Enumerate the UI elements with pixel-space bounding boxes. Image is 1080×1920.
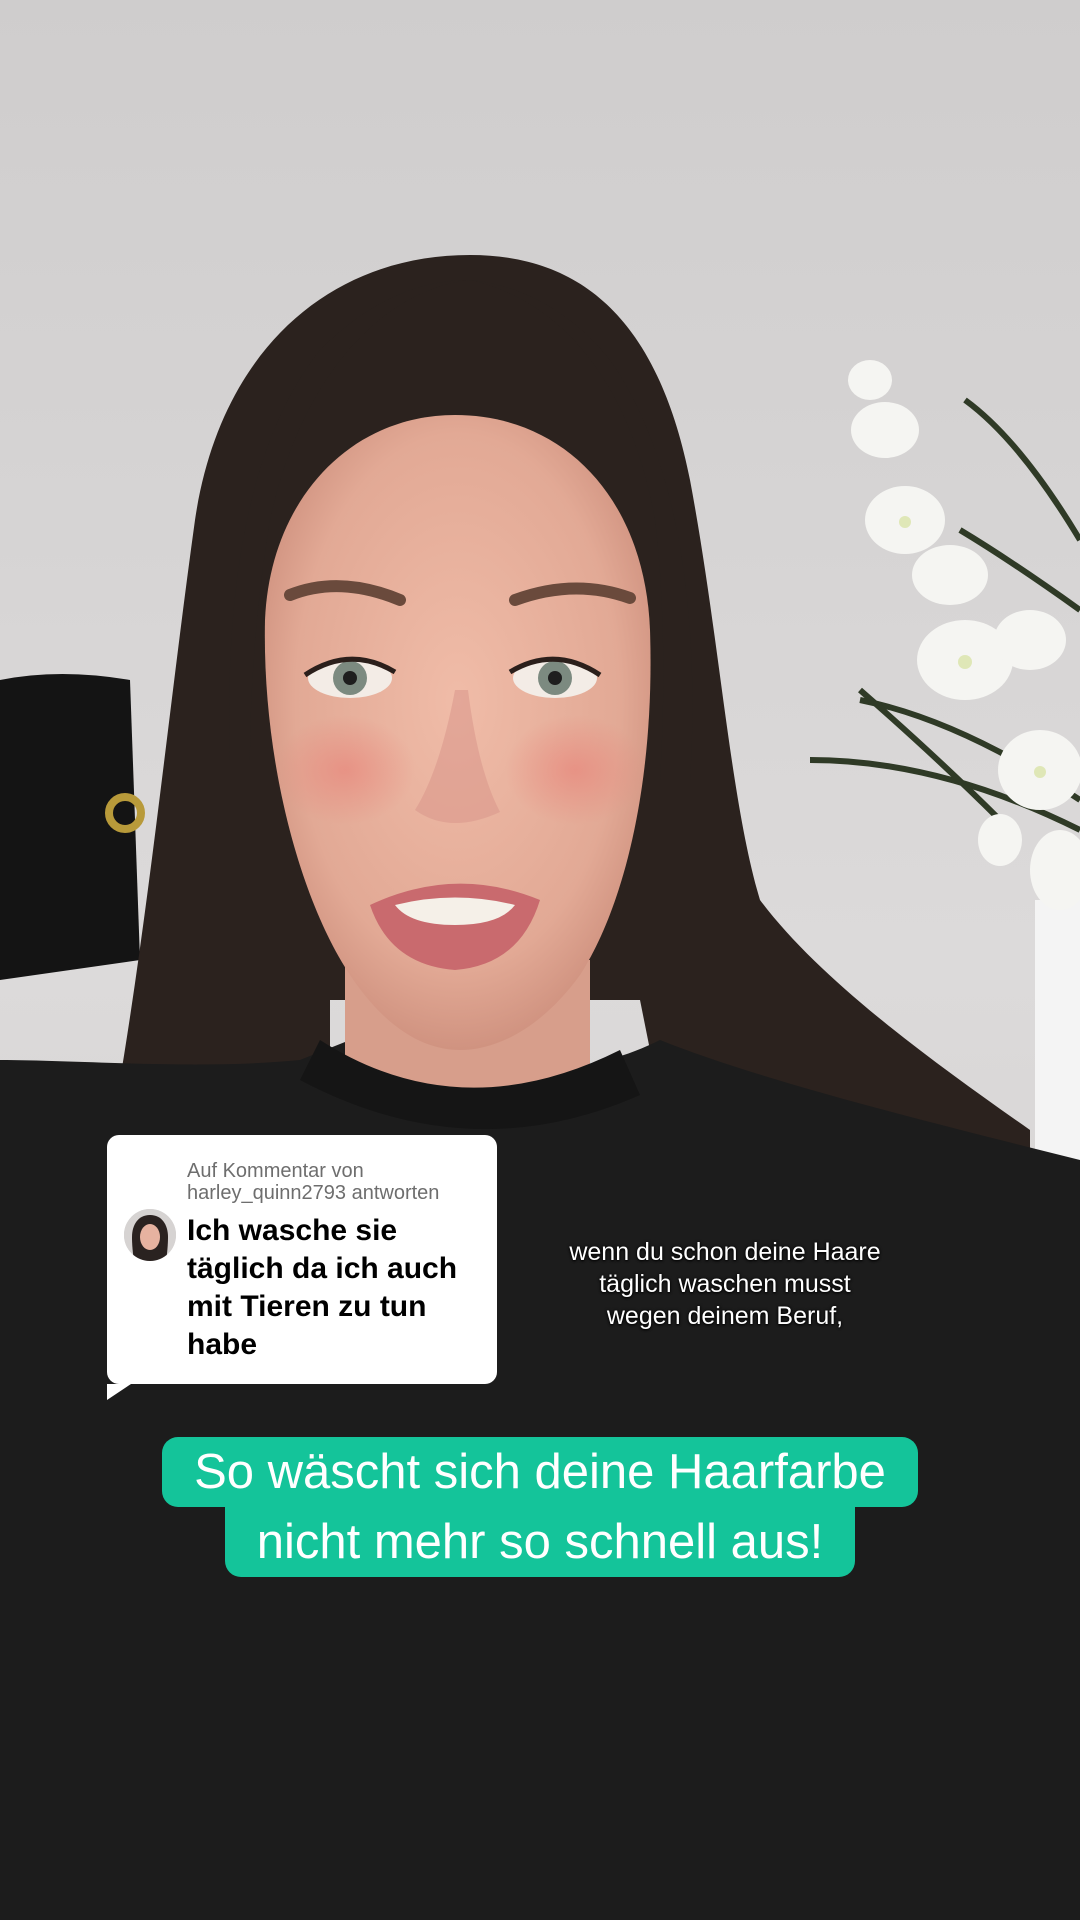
avatar-image bbox=[124, 1209, 176, 1261]
headline-line-2: nicht mehr so schnell aus! bbox=[224, 1507, 856, 1577]
reply-sticker-tail bbox=[107, 1384, 131, 1400]
video-scene bbox=[0, 0, 1080, 1920]
avatar bbox=[124, 1209, 176, 1261]
auto-caption: wenn du schon deine Haare täglich wasche… bbox=[569, 1238, 881, 1330]
reply-comment-text: Ich wasche sie täglich da ich auch mit T… bbox=[187, 1214, 458, 1361]
reply-comment-sticker[interactable]: Auf Kommentar von harley_quinn2793 antwo… bbox=[107, 1135, 497, 1400]
video-frame: Auf Kommentar von harley_quinn2793 antwo… bbox=[0, 0, 1080, 1920]
reply-meta-line1: Auf Kommentar von bbox=[187, 1160, 364, 1182]
reply-meta-username: harley_quinn2793 antworten bbox=[187, 1182, 440, 1204]
reply-meta: Auf Kommentar von harley_quinn2793 antwo… bbox=[187, 1160, 487, 1204]
headline-overlay: So wäscht sich deine Haarfarbe nicht meh… bbox=[0, 1437, 1080, 1577]
headline-line-1: So wäscht sich deine Haarfarbe bbox=[162, 1437, 918, 1507]
vase bbox=[1035, 900, 1080, 1160]
